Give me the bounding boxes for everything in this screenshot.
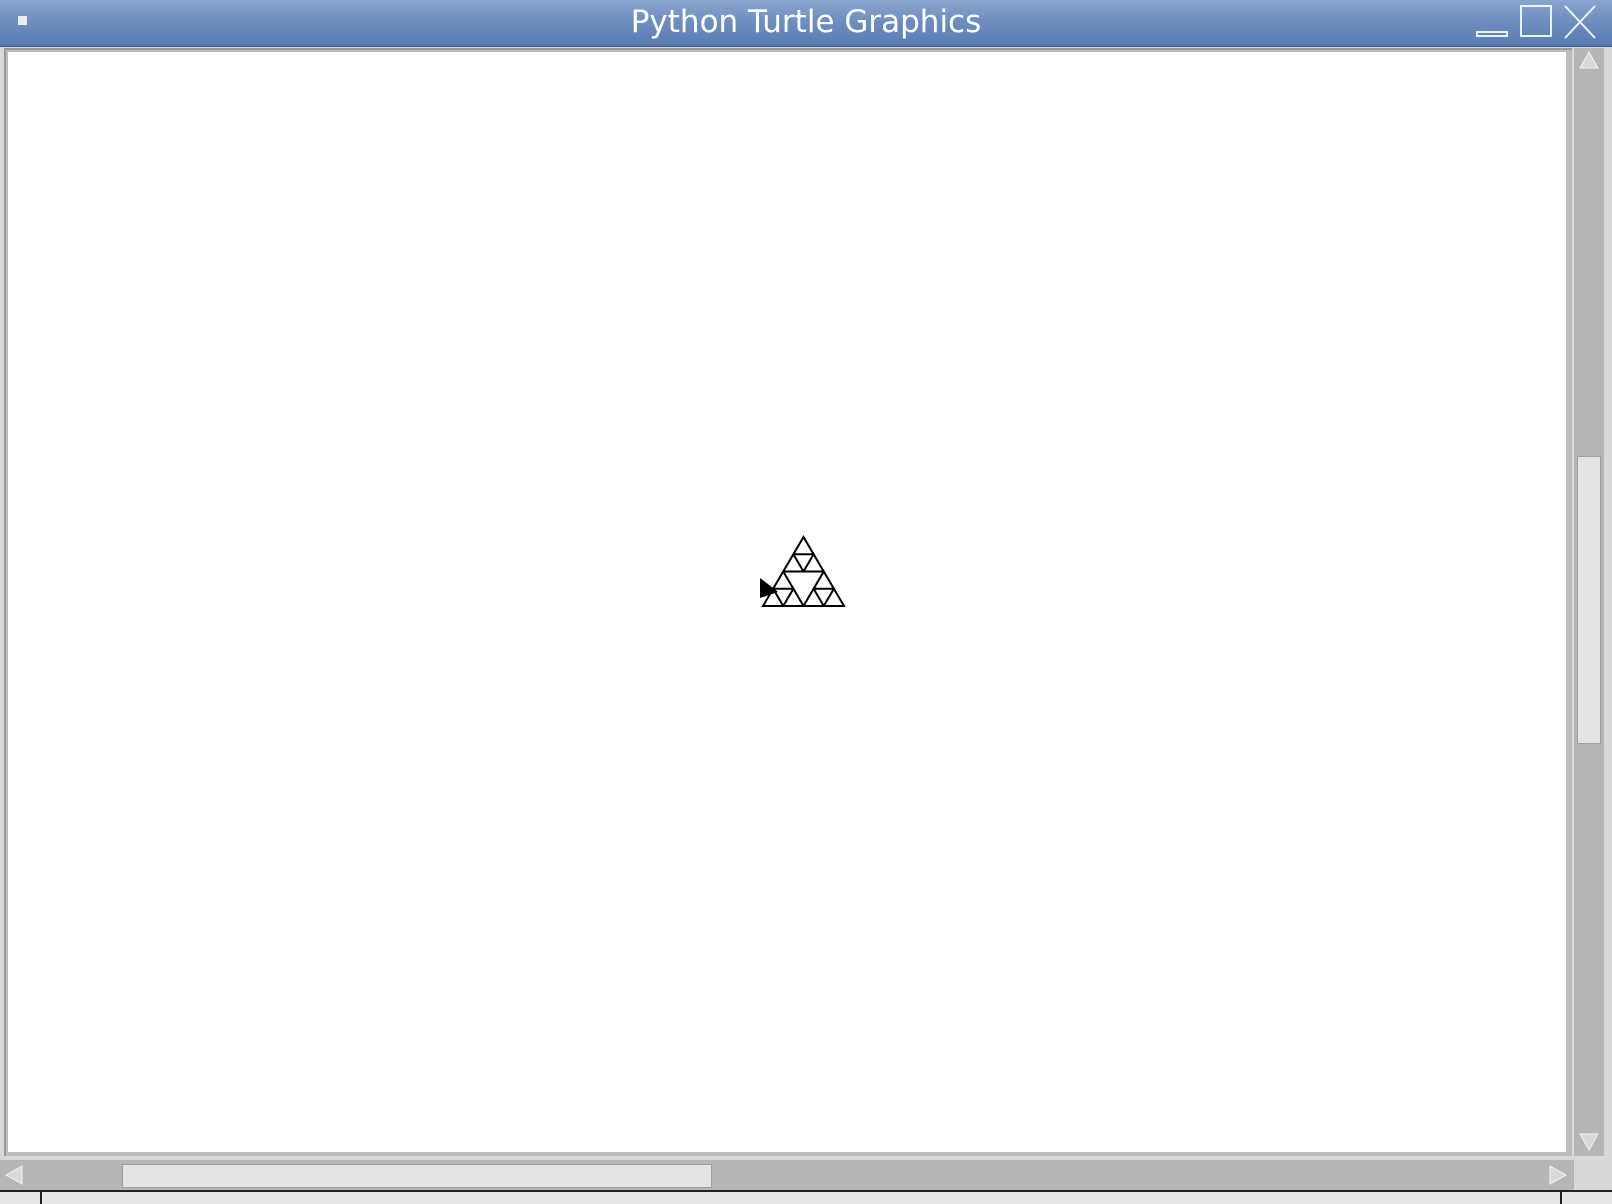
sierpinski-segment xyxy=(801,586,826,607)
turtle-canvas[interactable] xyxy=(8,52,1566,1152)
sierpinski-segment xyxy=(791,535,816,556)
window-title: Python Turtle Graphics xyxy=(630,4,982,40)
close-icon[interactable] xyxy=(1562,3,1598,41)
scrollbar-corner xyxy=(1574,1160,1604,1190)
turtle-window: Python Turtle Graphics xyxy=(0,0,1612,1204)
maximize-icon[interactable] xyxy=(1518,3,1554,41)
horizontal-scroll-thumb[interactable] xyxy=(122,1164,712,1188)
title-bar[interactable]: Python Turtle Graphics xyxy=(0,0,1612,47)
window-menu-icon[interactable] xyxy=(18,16,27,25)
sierpinski-segment xyxy=(811,569,836,590)
sierpinski-segment xyxy=(781,586,806,607)
minimize-icon[interactable] xyxy=(1474,3,1510,41)
scroll-left-icon[interactable] xyxy=(4,1164,24,1190)
scroll-down-icon[interactable] xyxy=(1578,1132,1600,1156)
vertical-scrollbar[interactable] xyxy=(1574,48,1604,1156)
sierpinski-segment xyxy=(822,586,846,607)
scroll-up-icon[interactable] xyxy=(1578,50,1600,74)
sierpinski-triangle xyxy=(761,535,846,607)
sierpinski-segment xyxy=(781,552,806,573)
vertical-scroll-thumb[interactable] xyxy=(1577,456,1601,744)
scroll-right-icon[interactable] xyxy=(1548,1164,1568,1190)
sierpinski-segment xyxy=(801,552,826,573)
sierpinski-segment xyxy=(771,569,796,590)
drawing-surface xyxy=(760,535,846,607)
horizontal-scrollbar[interactable] xyxy=(0,1160,1574,1190)
